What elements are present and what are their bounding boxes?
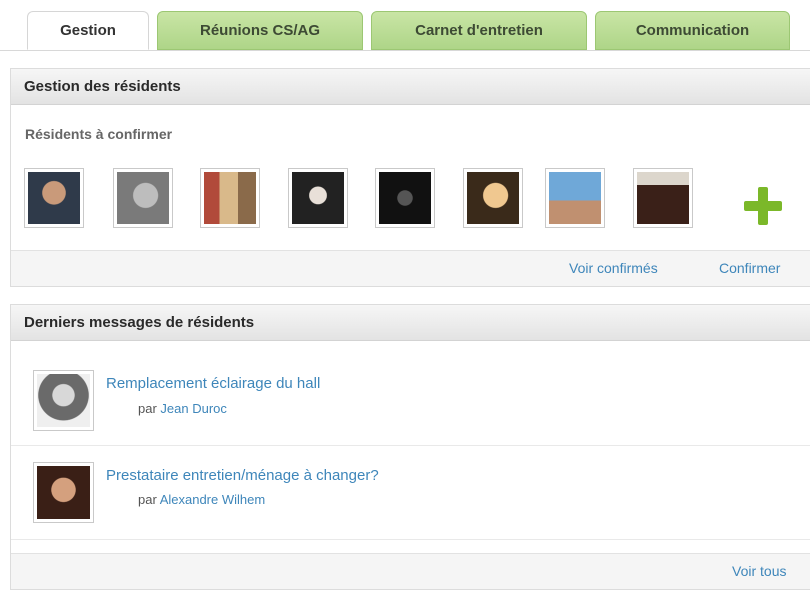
tab-reunions[interactable]: Réunions CS/AG xyxy=(157,11,363,50)
by-prefix: par xyxy=(138,401,157,416)
view-all-link[interactable]: Voir tous xyxy=(732,563,786,579)
resident-avatar[interactable] xyxy=(633,168,693,228)
resident-avatar[interactable] xyxy=(24,168,84,228)
message-item: Prestataire entretien/ménage à changer? … xyxy=(11,445,810,540)
messages-panel-footer: Voir tous xyxy=(11,553,810,589)
view-confirmed-link[interactable]: Voir confirmés xyxy=(569,260,658,276)
resident-avatar[interactable] xyxy=(545,168,605,228)
message-title-link[interactable]: Prestataire entretien/ménage à changer? xyxy=(106,467,379,484)
by-prefix: par xyxy=(138,492,157,507)
messages-panel-title: Derniers messages de résidents xyxy=(11,305,810,341)
tab-bar: Gestion Réunions CS/AG Carnet d'entretie… xyxy=(0,0,810,51)
message-byline: par Alexandre Wilhem xyxy=(138,492,265,507)
tab-communication[interactable]: Communication xyxy=(595,11,790,50)
author-avatar[interactable] xyxy=(33,462,94,523)
tab-carnet-entretien[interactable]: Carnet d'entretien xyxy=(371,11,587,50)
residents-panel-title: Gestion des résidents xyxy=(11,69,810,105)
message-title-link[interactable]: Remplacement éclairage du hall xyxy=(106,375,320,392)
message-author-link[interactable]: Jean Duroc xyxy=(160,401,226,416)
messages-panel: Derniers messages de résidents Remplacem… xyxy=(10,304,810,590)
residents-panel-footer: Voir confirmés Confirmer xyxy=(11,250,810,286)
tab-gestion[interactable]: Gestion xyxy=(27,11,149,50)
residents-panel: Gestion des résidents Résidents à confir… xyxy=(10,68,810,287)
resident-avatar[interactable] xyxy=(463,168,523,228)
pending-residents-subtitle: Résidents à confirmer xyxy=(25,126,173,142)
confirm-link[interactable]: Confirmer xyxy=(719,260,780,276)
resident-avatar[interactable] xyxy=(200,168,260,228)
add-resident-plus-icon[interactable] xyxy=(744,187,782,225)
resident-avatar[interactable] xyxy=(113,168,173,228)
message-author-link[interactable]: Alexandre Wilhem xyxy=(160,492,266,507)
resident-avatar[interactable] xyxy=(375,168,435,228)
author-avatar[interactable] xyxy=(33,370,94,431)
message-byline: par Jean Duroc xyxy=(138,401,227,416)
message-item: Remplacement éclairage du hall par Jean … xyxy=(11,351,810,446)
resident-avatar[interactable] xyxy=(288,168,348,228)
